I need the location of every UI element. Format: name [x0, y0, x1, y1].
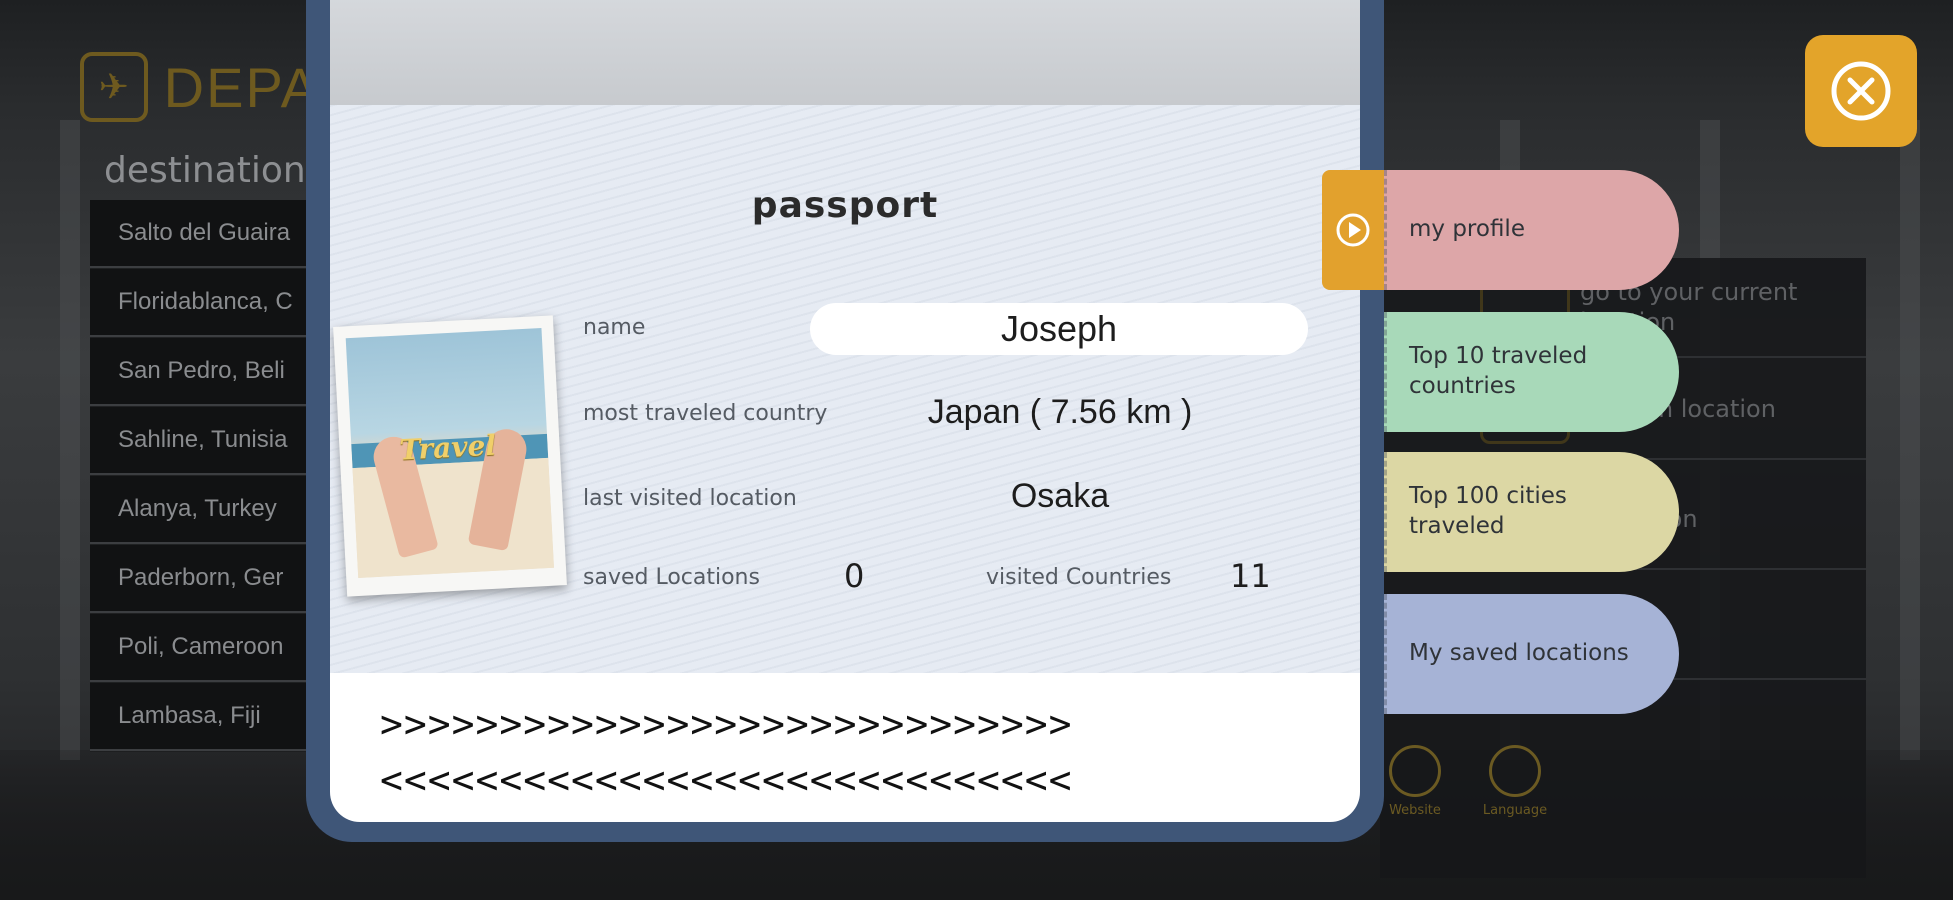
tab-saved-locations[interactable]: My saved locations — [1384, 594, 1679, 714]
bottom-icon-bar: Website Language — [1380, 745, 1550, 818]
tab-label: Top 100 cities traveled — [1409, 483, 1567, 539]
language-button[interactable]: Language — [1480, 745, 1550, 818]
most-traveled-value: Japan ( 7.56 km ) — [927, 393, 1193, 431]
language-label: Language — [1482, 803, 1548, 818]
saved-locations-label: saved Locations — [583, 565, 760, 590]
visited-countries-value: 11 — [1230, 557, 1271, 595]
destination-row[interactable]: Poli, Cameroon — [90, 614, 320, 682]
name-label: name — [583, 315, 646, 340]
tab-my-profile[interactable]: my profile — [1384, 170, 1679, 290]
mrz-line-2: <<<<<<<<<<<<<<<<<<<<<<<<<<<<< — [380, 758, 1073, 802]
tab-label: My saved locations — [1409, 640, 1629, 667]
background-pillar — [60, 120, 80, 760]
mrz-line-1: >>>>>>>>>>>>>>>>>>>>>>>>>>>>> — [380, 702, 1073, 746]
saved-locations-value: 0 — [844, 557, 865, 595]
profile-photo: Travel — [333, 315, 567, 597]
departures-header: ✈ DEPA — [80, 52, 320, 122]
destination-row[interactable]: Paderborn, Ger — [90, 545, 320, 613]
tab-toggle-handle[interactable] — [1322, 170, 1384, 290]
destination-row[interactable]: Alanya, Turkey — [90, 476, 320, 544]
passport-title: passport — [751, 185, 939, 226]
background-pillar — [1900, 120, 1920, 760]
travel-photo-image: Travel — [345, 328, 554, 578]
passport-top-page — [330, 0, 1360, 105]
name-field[interactable]: Joseph — [810, 303, 1308, 355]
website-button[interactable]: Website — [1380, 745, 1450, 818]
plane-icon: ✈ — [80, 52, 148, 122]
tab-label: Top 10 traveled countries — [1409, 343, 1588, 399]
departures-title: DEPA — [163, 55, 320, 119]
play-icon — [1336, 213, 1370, 247]
photo-caption: Travel — [398, 428, 497, 467]
destination-row[interactable]: Salto del Guaira — [90, 200, 320, 268]
tab-top-100-cities[interactable]: Top 100 cities traveled — [1384, 452, 1679, 572]
passport: passport Travel name Joseph most travele… — [330, 0, 1360, 822]
destinations-list: Salto del Guaira Floridablanca, C San Pe… — [90, 200, 320, 752]
tab-label: my profile — [1409, 216, 1525, 243]
globe-icon — [1489, 745, 1541, 797]
destination-row[interactable]: Lambasa, Fiji — [90, 683, 320, 751]
passport-info-page: passport Travel name Joseph most travele… — [330, 105, 1360, 673]
visited-countries-label: visited Countries — [986, 565, 1172, 590]
tab-top-10-countries[interactable]: Top 10 traveled countries — [1384, 312, 1679, 432]
close-icon — [1831, 61, 1891, 121]
last-visited-label: last visited location — [583, 486, 797, 511]
destination-row[interactable]: San Pedro, Beli — [90, 338, 320, 406]
destination-row[interactable]: Sahline, Tunisia — [90, 407, 320, 475]
destination-row[interactable]: Floridablanca, C — [90, 269, 320, 337]
website-icon — [1389, 745, 1441, 797]
website-label: Website — [1389, 803, 1441, 818]
close-button[interactable] — [1805, 35, 1917, 147]
most-traveled-label: most traveled country — [583, 401, 828, 426]
destinations-title: destination — [104, 150, 306, 191]
last-visited-value: Osaka — [1010, 477, 1110, 515]
